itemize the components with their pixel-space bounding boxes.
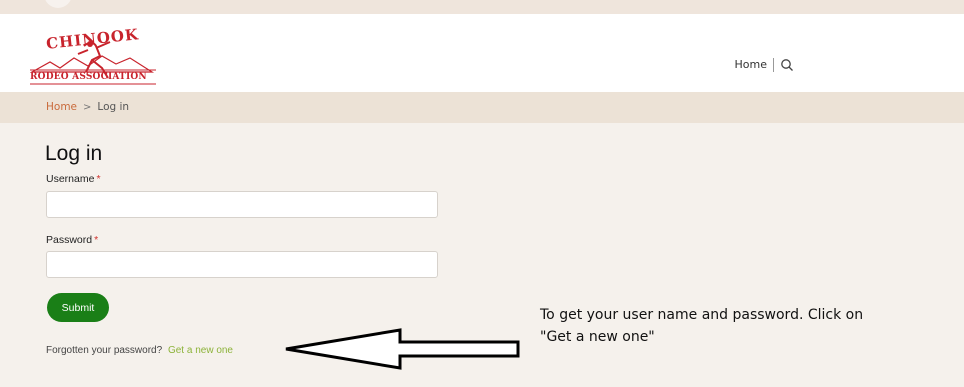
password-label-text: Password: [46, 234, 93, 246]
breadcrumb-current: Log in: [97, 101, 130, 113]
left-arrow-icon: [285, 328, 520, 370]
get-new-password-link[interactable]: Get a new one: [168, 345, 233, 356]
breadcrumb: Home > Log in: [46, 101, 129, 113]
main-nav: Home: [735, 58, 794, 72]
username-label-text: Username: [46, 173, 95, 185]
forgot-password-text: Forgotten your password?: [46, 345, 163, 356]
breadcrumb-home-link[interactable]: Home: [46, 101, 77, 113]
top-strip: [0, 0, 964, 14]
submit-button[interactable]: Submit: [47, 293, 109, 322]
required-marker: *: [94, 234, 99, 246]
annotation-note: To get your user name and password. Clic…: [540, 304, 940, 348]
page-title: Log in: [45, 142, 103, 165]
site-header: CHINOOK RODEO ASSOCIATION Home: [0, 14, 964, 92]
username-label: Username *: [46, 173, 101, 185]
logo-subtitle-text: RODEO ASSOCIATION: [30, 72, 147, 82]
site-logo[interactable]: CHINOOK RODEO ASSOCIATION: [30, 25, 156, 92]
password-input[interactable]: [46, 251, 438, 278]
required-marker: *: [96, 173, 101, 185]
nav-home-link[interactable]: Home: [735, 58, 774, 72]
username-input[interactable]: [46, 191, 438, 218]
breadcrumb-bar: Home > Log in: [0, 92, 964, 123]
annotation-line-1: To get your user name and password. Clic…: [540, 307, 864, 323]
forgot-password-row: Forgotten your password? Get a new one: [46, 345, 233, 356]
password-label: Password *: [46, 234, 98, 246]
search-icon[interactable]: [780, 58, 794, 72]
annotation-line-2: "Get a new one": [540, 329, 655, 345]
breadcrumb-separator: >: [83, 101, 92, 113]
top-strip-bump: [44, 0, 72, 8]
